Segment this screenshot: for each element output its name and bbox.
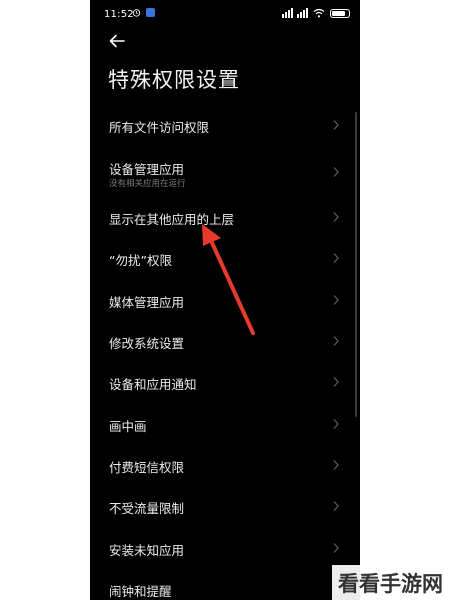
page-title: 特殊权限设置: [108, 68, 240, 92]
chevron-right-icon: [333, 253, 339, 263]
settings-item-label: 修改系统设置: [109, 336, 185, 351]
settings-item[interactable]: 闹钟和提醒: [90, 568, 360, 600]
settings-item[interactable]: 所有文件访问权限: [90, 103, 360, 147]
chevron-right-icon: [333, 335, 339, 346]
chevron-right-icon: [333, 418, 339, 429]
settings-item[interactable]: 修改系统设置: [90, 320, 360, 361]
chevron-right-icon: [333, 459, 339, 470]
status-bar: 11:52: [90, 0, 360, 28]
settings-item-label: 设备和应用通知: [109, 377, 197, 392]
settings-item[interactable]: 设备和应用通知: [90, 361, 360, 403]
settings-item[interactable]: 不受流量限制: [90, 485, 360, 527]
settings-item[interactable]: 付费短信权限: [90, 444, 360, 485]
settings-item[interactable]: “勿扰”权限: [90, 237, 360, 279]
back-arrow-icon[interactable]: [108, 32, 126, 50]
chevron-right-icon: [333, 377, 339, 387]
chevron-right-icon: [333, 294, 339, 305]
settings-item-label: 所有文件访问权限: [109, 120, 210, 135]
signal-icon: [282, 8, 293, 18]
alarm-icon: [132, 9, 141, 17]
status-time: 11:52: [104, 9, 134, 20]
settings-list: 所有文件访问权限 设备管理应用没有相关应用在运行显示在其他应用的上层 “勿扰”权限媒…: [90, 103, 360, 600]
battery-icon: [330, 9, 350, 18]
phone-screen: 11:52 特殊权限设置 所有文件访问权限 设备管理应用没有相关应用在运行显示在其…: [90, 0, 360, 600]
signal-icon: [297, 8, 308, 18]
watermark-text: 看看手游网: [338, 572, 443, 596]
chevron-right-icon: [333, 211, 339, 222]
settings-item-label: 不受流量限制: [109, 501, 185, 516]
settings-item-label: “勿扰”权限: [109, 253, 172, 268]
settings-item[interactable]: 画中画: [90, 403, 360, 444]
settings-item[interactable]: 媒体管理应用: [90, 279, 360, 320]
app-notification-icon: [146, 8, 155, 17]
settings-item-label: 设备管理应用: [109, 162, 185, 177]
settings-item-label: 付费短信权限: [109, 460, 185, 475]
wifi-icon: [313, 8, 325, 18]
battery-level-fill: [332, 11, 345, 16]
settings-item[interactable]: 显示在其他应用的上层: [90, 196, 360, 237]
settings-item-label: 画中画: [109, 419, 147, 434]
scrollbar[interactable]: [355, 112, 357, 417]
chevron-right-icon: [333, 120, 339, 130]
settings-item-label: 安装未知应用: [109, 543, 185, 558]
settings-item[interactable]: 设备管理应用没有相关应用在运行: [90, 147, 360, 196]
settings-item-sublabel: 没有相关应用在运行: [109, 179, 186, 189]
chevron-right-icon: [333, 542, 339, 553]
settings-item-label: 媒体管理应用: [109, 295, 185, 310]
settings-item-label: 显示在其他应用的上层: [109, 212, 235, 227]
watermark: 看看手游网: [332, 565, 449, 600]
chevron-right-icon: [333, 501, 339, 511]
settings-item[interactable]: 安装未知应用: [90, 527, 360, 568]
chevron-right-icon: [333, 166, 339, 177]
settings-item-label: 闹钟和提醒: [109, 584, 172, 599]
